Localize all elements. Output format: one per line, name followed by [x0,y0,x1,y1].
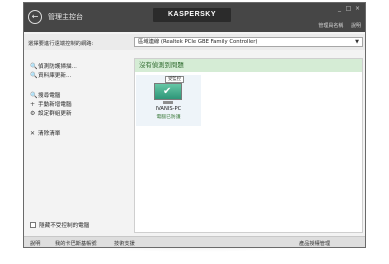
sidebar-item-search-computers[interactable]: 🔍搜尋電腦 [30,91,60,99]
hide-uncontrolled-option[interactable]: 隱藏不受控制的電腦 [30,221,89,229]
network-selector-row: 選擇要進行遠端控制的網路: 區域連線 (Realtek PCIe GBE Fam… [24,34,365,50]
main-panel: 沒有偵測到問題 ✔ 受監控 IVANIS-PC 電腦已防護 [134,58,363,233]
chevron-down-icon: ▼ [355,39,359,45]
footer-account-link[interactable]: 我的卡巴斯基帳號 [55,240,97,247]
sidebar-item-label: 資料庫更新... [38,73,72,79]
sidebar-item-virus-scan[interactable]: 🔍偵測防護掃描... [30,62,77,70]
window-title: 管理主控台 [48,13,83,21]
sidebar-item-label: 搜尋電腦 [38,93,61,99]
arrow-left-icon: ← [31,12,39,21]
hide-uncontrolled-checkbox[interactable] [30,222,36,228]
sidebar-item-label: 偵測防護掃描... [38,64,77,70]
sidebar-item-clear-list[interactable]: ✕ 清除清單 [30,129,60,137]
footer-license-link[interactable]: 產品授權管理 [299,240,330,247]
footer-bar: 說明 我的卡巴斯基帳號 技術支援 產品授權管理 [24,236,365,247]
sidebar-item-label: 清除清單 [38,131,61,137]
computer-name: IVANIS-PC [155,106,182,112]
top-links: 管理員名稱 說明 [312,22,361,29]
sidebar-item-add-computer[interactable]: + 手動新增電腦 [30,100,72,108]
sidebar-item-label: 手動新增電腦 [38,102,72,108]
computer-tile[interactable]: ✔ 受監控 IVANIS-PC 電腦已防護 [136,75,201,126]
monitor-icon: ✔ [154,83,182,100]
minimize-button[interactable]: _ [335,5,344,12]
plus-icon: + [30,101,36,108]
network-label: 選擇要進行遠端控制的網路: [28,41,94,47]
app-window: ← 管理主控台 KASPERSKY _ □ × 管理員名稱 說明 選擇要進行遠端控制… [23,2,366,248]
title-bar: ← 管理主控台 KASPERSKY _ □ × 管理員名稱 說明 [24,3,365,32]
sidebar-item-database-update[interactable]: 🔍資料庫更新... [30,71,71,79]
checkmark-icon: ✔ [163,86,172,97]
network-select[interactable]: 區域連線 (Realtek PCIe GBE Family Controller… [134,37,363,47]
admin-name-link[interactable]: 管理員名稱 [318,23,343,29]
monitor-stand [163,101,173,104]
search-icon: 🔍 [30,72,38,79]
kaspersky-logo: KASPERSKY [153,8,231,22]
maximize-button[interactable]: □ [344,5,353,12]
close-button[interactable]: × [353,5,362,12]
hide-uncontrolled-label: 隱藏不受控制的電腦 [39,223,90,229]
status-tooltip: 受監控 [165,76,185,83]
sidebar: 🔍偵測防護掃描... 🔍資料庫更新... 🔍搜尋電腦 + 手動新增電腦 ⚙ 設定群組… [24,52,132,233]
computer-status: 電腦已防護 [156,115,181,120]
back-button[interactable]: ← [28,10,42,24]
sidebar-item-label: 設定群組更新 [38,111,72,117]
network-selected-value: 區域連線 (Realtek PCIe GBE Family Controller… [138,39,258,45]
gear-icon: ⚙ [30,110,36,117]
sidebar-item-group-update[interactable]: ⚙ 設定群組更新 [30,109,72,117]
search-icon: 🔍 [30,92,38,99]
window-controls: _ □ × [335,5,362,12]
search-icon: 🔍 [30,63,38,70]
footer-help-link[interactable]: 說明 [30,240,40,247]
close-icon: ✕ [30,130,36,137]
help-link[interactable]: 說明 [351,23,361,29]
status-banner: 沒有偵測到問題 [135,59,362,72]
footer-support-link[interactable]: 技術支援 [114,240,135,247]
